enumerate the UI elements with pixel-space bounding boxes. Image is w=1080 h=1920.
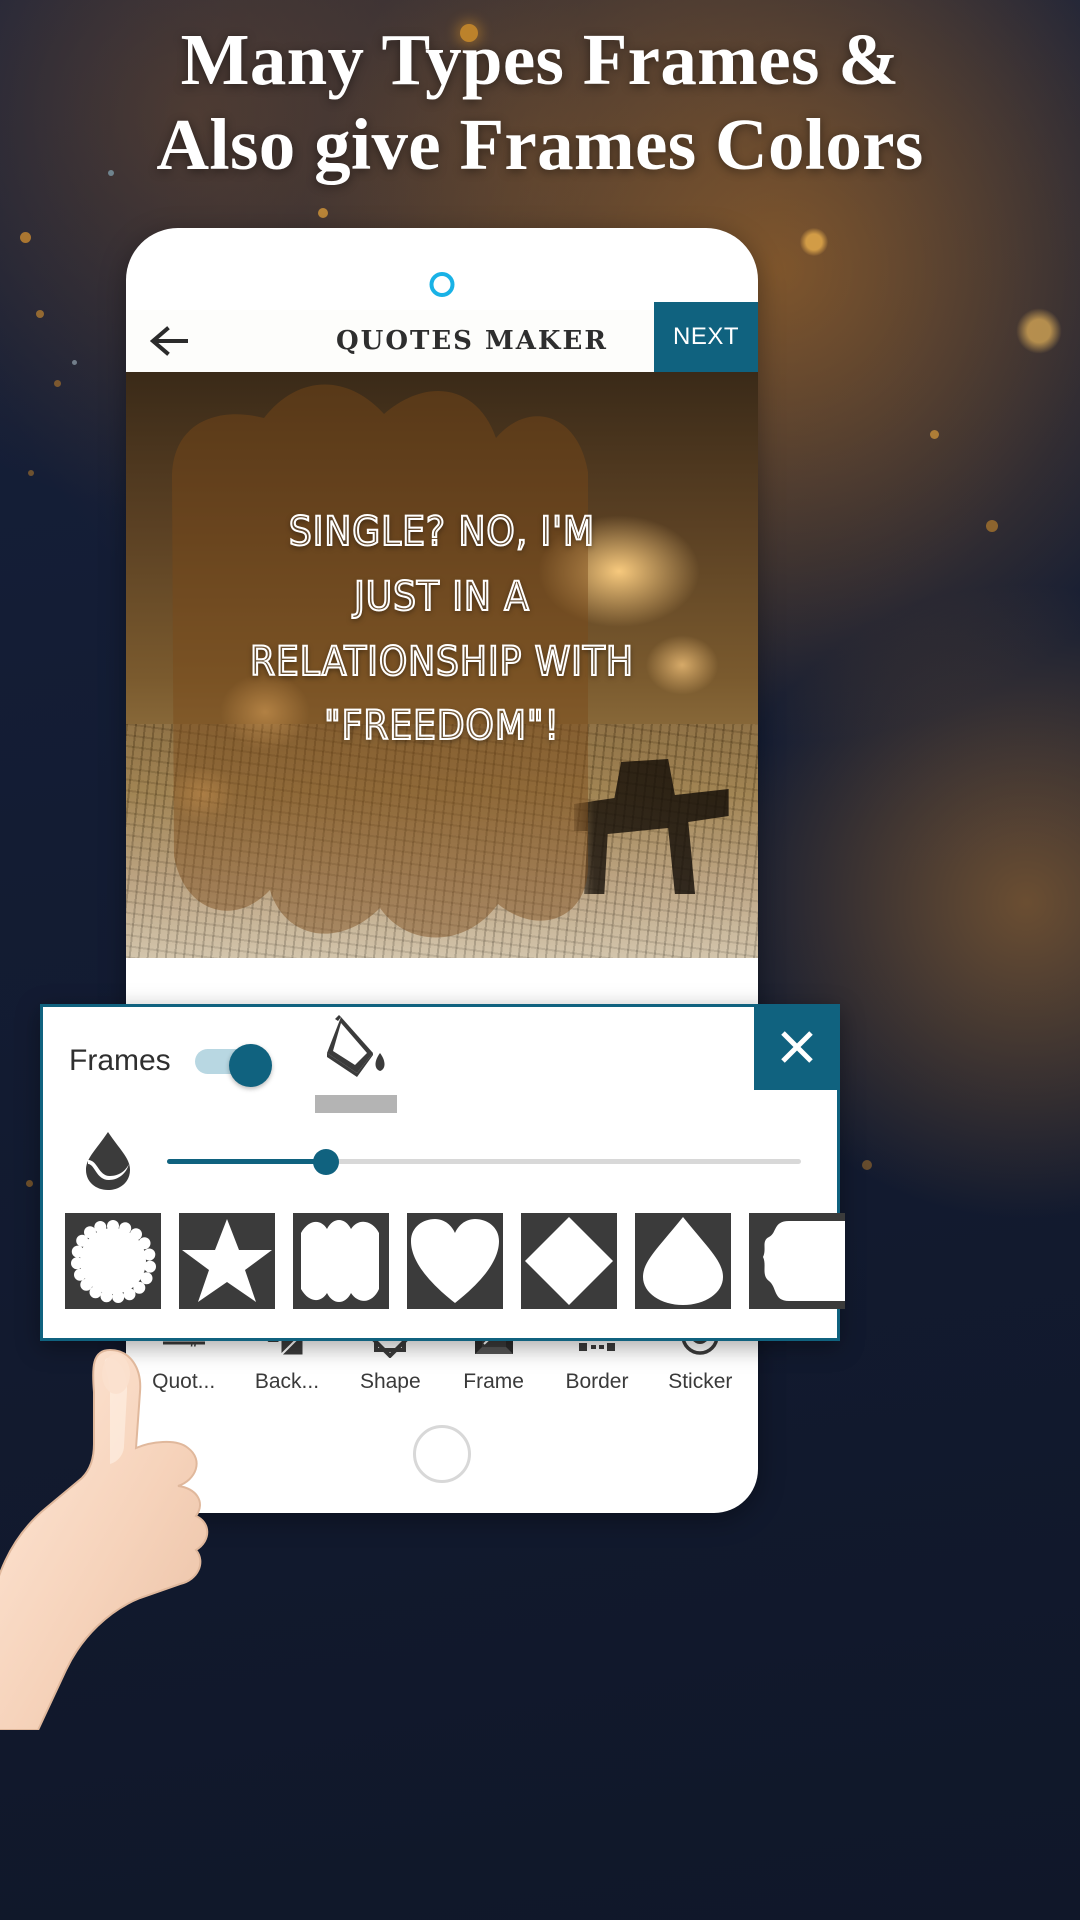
- opacity-slider-row: [43, 1115, 837, 1207]
- toolbar-label: Quot...: [152, 1369, 216, 1393]
- frames-title: Frames: [69, 1044, 171, 1077]
- quote-line-3: RELATIONSHIP WITH: [249, 638, 634, 686]
- frame-shape-scalloped-circle[interactable]: [65, 1213, 161, 1309]
- home-button[interactable]: [413, 1425, 471, 1483]
- frame-shape-heart[interactable]: [407, 1213, 503, 1309]
- slider-thumb[interactable]: [312, 1149, 339, 1175]
- paint-bucket-icon: [326, 1015, 385, 1077]
- editor-canvas[interactable]: SINGLE? NO, I'M JUST IN A RELATIONSHIP W…: [126, 372, 758, 958]
- quote-line-1: SINGLE? NO, I'M: [288, 508, 596, 556]
- frames-panel-header: Frames: [43, 1004, 840, 1115]
- diamond-icon: [525, 1217, 613, 1305]
- scalloped-circle-icon: [71, 1220, 156, 1303]
- close-icon: [781, 1031, 813, 1063]
- headline-line-2: Also give Frames Colors: [156, 103, 924, 185]
- frames-toggle[interactable]: [194, 1044, 273, 1087]
- opacity-droplet-icon: [69, 1130, 147, 1192]
- close-button[interactable]: [754, 1004, 840, 1090]
- fill-color-button[interactable]: [311, 1013, 403, 1113]
- opacity-slider[interactable]: [167, 1141, 801, 1181]
- frame-shape-diamond[interactable]: [521, 1213, 617, 1309]
- toggle-knob: [228, 1044, 272, 1087]
- quote-line-2: JUST IN A: [353, 573, 530, 621]
- color-swatch[interactable]: [314, 1095, 397, 1113]
- promo-headline: Many Types Frames & Also give Frames Col…: [0, 18, 1080, 187]
- toolbar-label: Back...: [254, 1369, 320, 1393]
- bracket-frame-icon: [763, 1221, 845, 1301]
- slider-fill: [167, 1159, 326, 1164]
- toolbar-label: Shape: [359, 1369, 421, 1393]
- toolbar-label: Border: [565, 1369, 629, 1393]
- frame-shapes-list: [43, 1207, 845, 1309]
- toolbar-label: Sticker: [668, 1369, 733, 1393]
- frame-shape-wavy-square[interactable]: [293, 1213, 389, 1309]
- star-icon: [182, 1219, 272, 1302]
- frames-panel: Frames: [40, 1004, 845, 1341]
- heart-icon: [411, 1219, 499, 1303]
- wavy-square-icon: [301, 1220, 379, 1302]
- frame-shape-star[interactable]: [179, 1213, 275, 1309]
- quote-line-4: "FREEDOM"!: [323, 702, 560, 750]
- droplet-icon: [643, 1217, 723, 1305]
- camera-dot-icon: [429, 272, 455, 297]
- headline-line-1: Many Types Frames &: [180, 19, 900, 100]
- svg-text:“: “: [189, 1340, 198, 1357]
- next-button[interactable]: NEXT: [654, 302, 758, 372]
- frame-shape-bracket[interactable]: [749, 1213, 845, 1309]
- toolbar-label: Frame: [463, 1369, 524, 1393]
- app-bar: QUOTES MAKER NEXT: [126, 302, 758, 372]
- back-arrow-icon[interactable]: [126, 326, 216, 356]
- page-title: QUOTES MAKER: [336, 326, 608, 356]
- frame-shape-droplet[interactable]: [635, 1213, 731, 1309]
- quote-text[interactable]: SINGLE? NO, I'M JUST IN A RELATIONSHIP W…: [184, 500, 700, 759]
